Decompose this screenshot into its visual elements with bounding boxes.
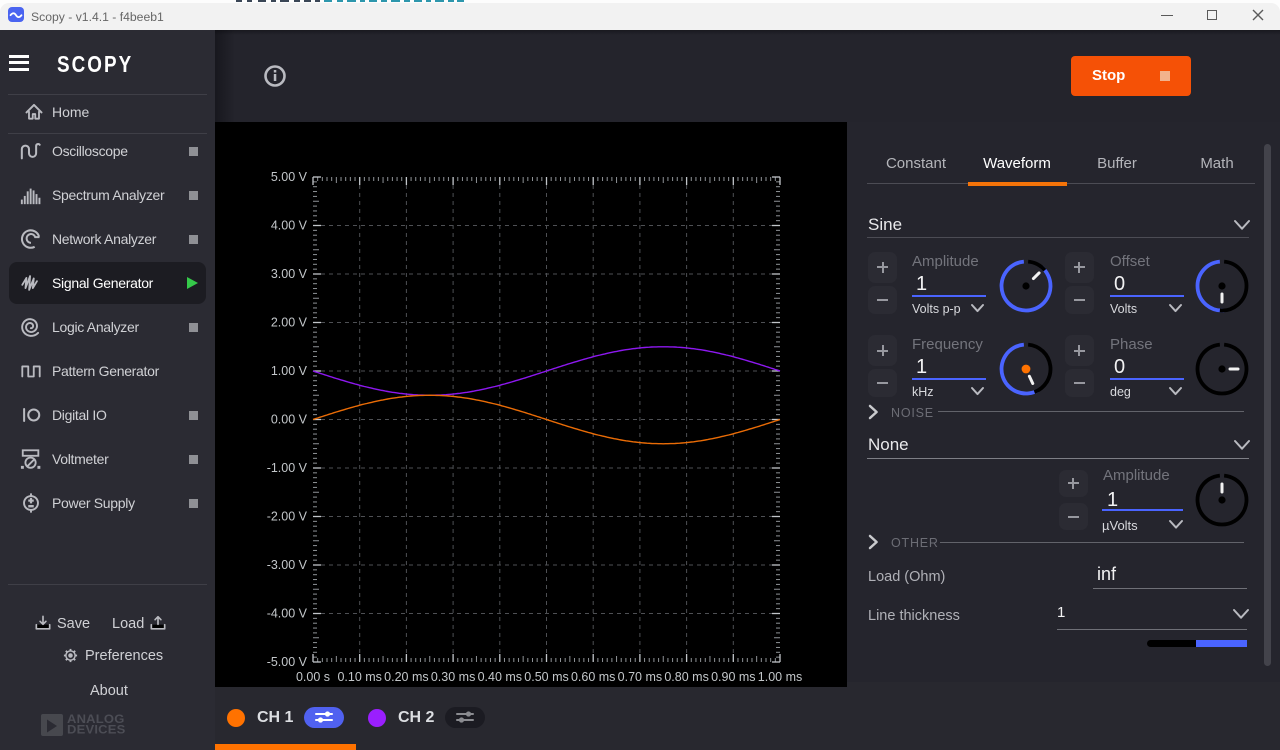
svg-text:-4.00 V: -4.00 V bbox=[267, 607, 308, 621]
svg-text:5.00 V: 5.00 V bbox=[271, 170, 308, 184]
svg-text:-1.00 V: -1.00 V bbox=[267, 461, 308, 475]
svg-text:1.00 ms: 1.00 ms bbox=[758, 670, 802, 684]
svg-text:0.20 ms: 0.20 ms bbox=[384, 670, 428, 684]
svg-text:-5.00 V: -5.00 V bbox=[267, 655, 308, 669]
svg-text:0.00 s: 0.00 s bbox=[296, 670, 330, 684]
svg-text:-2.00 V: -2.00 V bbox=[267, 510, 308, 524]
svg-text:3.00 V: 3.00 V bbox=[271, 267, 308, 281]
svg-text:4.00 V: 4.00 V bbox=[271, 219, 308, 233]
svg-text:0.50 ms: 0.50 ms bbox=[524, 670, 568, 684]
svg-text:-3.00 V: -3.00 V bbox=[267, 558, 308, 572]
svg-text:0.30 ms: 0.30 ms bbox=[431, 670, 475, 684]
svg-text:0.00 V: 0.00 V bbox=[271, 413, 308, 427]
svg-text:0.40 ms: 0.40 ms bbox=[478, 670, 522, 684]
svg-text:0.70 ms: 0.70 ms bbox=[618, 670, 662, 684]
svg-text:0.10 ms: 0.10 ms bbox=[337, 670, 381, 684]
svg-text:0.60 ms: 0.60 ms bbox=[571, 670, 615, 684]
svg-text:0.80 ms: 0.80 ms bbox=[664, 670, 708, 684]
svg-text:1.00 V: 1.00 V bbox=[271, 364, 308, 378]
svg-text:0.90 ms: 0.90 ms bbox=[711, 670, 755, 684]
svg-text:2.00 V: 2.00 V bbox=[271, 316, 308, 330]
